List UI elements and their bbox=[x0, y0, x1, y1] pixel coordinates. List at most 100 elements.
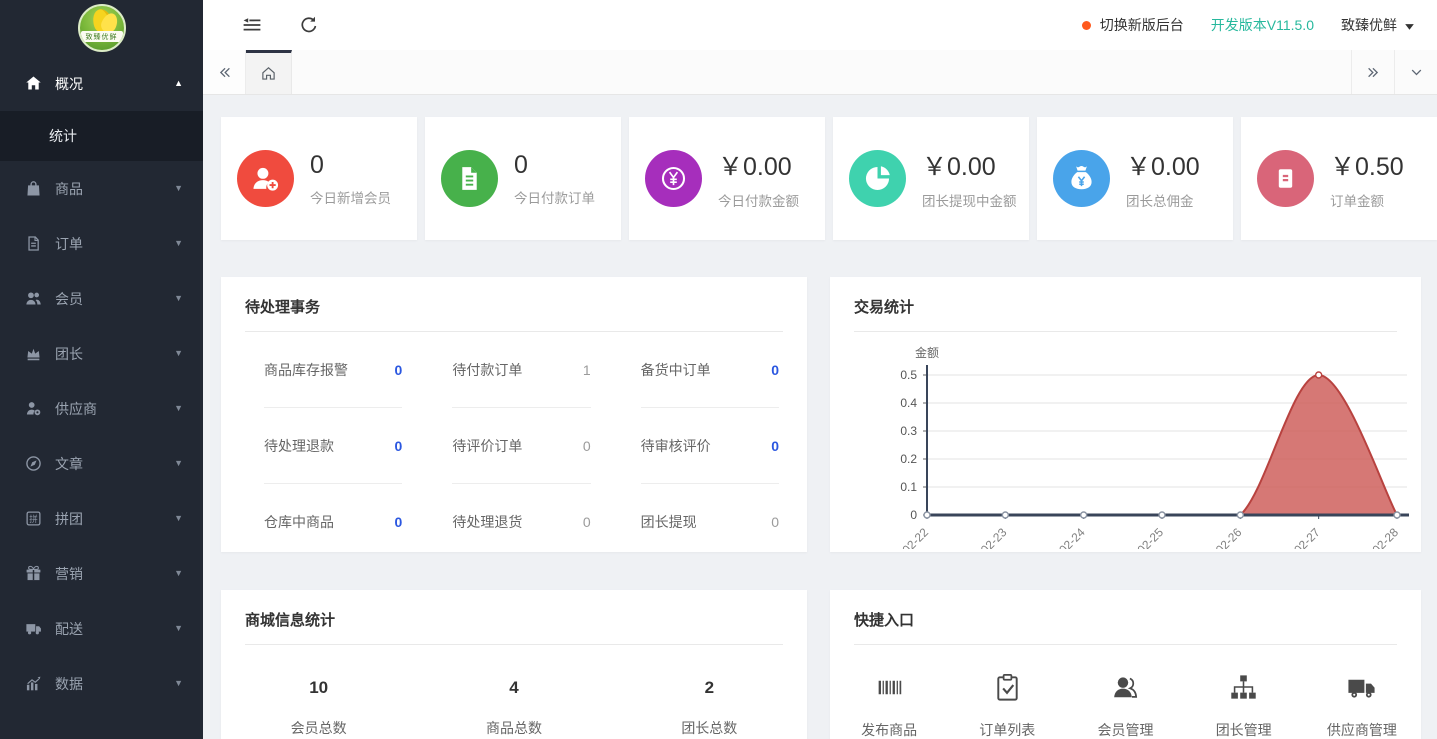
tabs-scroll-left-button[interactable] bbox=[203, 50, 246, 94]
users-icon bbox=[25, 290, 42, 307]
sidebar-item-数据[interactable]: 数据 ▼ bbox=[0, 656, 203, 711]
pending-item-value: 0 bbox=[771, 514, 779, 530]
pending-item: 待付款订单 1 bbox=[452, 332, 590, 408]
sidebar-item-label: 概况 bbox=[55, 74, 83, 94]
sidebar-item-团长[interactable]: 团长 ▼ bbox=[0, 326, 203, 381]
stat-card-value: 0 bbox=[310, 151, 391, 180]
trade-stats-panel: 交易统计 金额00.10.20.30.40.502-2202-2302-2402… bbox=[830, 277, 1421, 552]
tab-home[interactable] bbox=[246, 50, 292, 94]
pending-item-label: 待评价订单 bbox=[452, 436, 522, 456]
topbar: 切换新版后台 开发版本V11.5.0 致臻优鲜 bbox=[203, 0, 1437, 50]
sidebar-item-供应商[interactable]: 供应商 ▼ bbox=[0, 381, 203, 436]
sidebar-item-配送[interactable]: 配送 ▼ bbox=[0, 601, 203, 656]
stat-card: 0 今日新增会员 bbox=[221, 117, 417, 240]
quick-entry-item[interactable]: 发布商品 bbox=[830, 672, 948, 739]
pending-item: 待处理退货 0 bbox=[452, 484, 590, 560]
quick-entry-item[interactable]: 会员管理 bbox=[1066, 672, 1184, 739]
document-icon bbox=[25, 235, 42, 252]
switch-new-admin-label: 切换新版后台 bbox=[1100, 15, 1184, 35]
topbar-right: 切换新版后台 开发版本V11.5.0 致臻优鲜 bbox=[1082, 15, 1437, 35]
pending-item-value[interactable]: 0 bbox=[395, 362, 403, 378]
tab-strip bbox=[292, 50, 1351, 94]
sidebar-item-拼团[interactable]: 拼 拼团 ▼ bbox=[0, 491, 203, 546]
yen-circle-icon bbox=[645, 150, 702, 207]
home-icon bbox=[25, 75, 42, 92]
caret-icon: ▼ bbox=[174, 624, 183, 633]
barcode-icon bbox=[874, 672, 905, 703]
svg-text:02-22: 02-22 bbox=[900, 525, 932, 549]
sidebar-item-订单[interactable]: 订单 ▼ bbox=[0, 216, 203, 271]
sidebar-item-商品[interactable]: 商品 ▼ bbox=[0, 161, 203, 216]
user-menu[interactable]: 致臻优鲜 bbox=[1341, 15, 1415, 35]
mall-stat: 4 商品总数 bbox=[416, 678, 611, 738]
quick-entry-item[interactable]: 团长管理 bbox=[1185, 672, 1303, 739]
sidebar-item-label: 营销 bbox=[55, 564, 83, 584]
sidebar-item-label: 会员 bbox=[55, 289, 83, 309]
groupon-icon: 拼 bbox=[25, 510, 42, 527]
switch-new-admin-link[interactable]: 切换新版后台 bbox=[1082, 15, 1184, 35]
sidebar-item-label: 订单 bbox=[55, 234, 83, 254]
quick-entry-item[interactable]: 供应商管理 bbox=[1303, 672, 1421, 739]
stat-card-value: 0 bbox=[514, 151, 595, 180]
pending-item-label: 待审核评价 bbox=[641, 436, 711, 456]
user-plus-icon bbox=[237, 150, 294, 207]
panels-row-2: 商城信息统计 10 会员总数 4 商品总数 2 团长总数 快捷入口 发布商品 订… bbox=[221, 590, 1421, 739]
pending-item: 仓库中商品 0 bbox=[264, 484, 402, 560]
caret-icon: ▼ bbox=[174, 679, 183, 688]
panels-row-1: 待处理事务 商品库存报警 0 待付款订单 1 备货中订单 0 待处理退款 0 待… bbox=[221, 277, 1421, 552]
clipboard-check-icon bbox=[992, 672, 1023, 703]
truck-icon bbox=[25, 620, 42, 637]
pie-chart-icon bbox=[849, 150, 906, 207]
pending-item-label: 商品库存报警 bbox=[264, 360, 348, 380]
tabs-scroll-right-button[interactable] bbox=[1351, 50, 1394, 94]
svg-text:0.4: 0.4 bbox=[900, 396, 917, 410]
caret-down-icon bbox=[1404, 21, 1415, 32]
double-chevron-right-icon bbox=[1366, 65, 1381, 80]
svg-text:02-26: 02-26 bbox=[1213, 525, 1245, 549]
pending-item-label: 团长提现 bbox=[641, 512, 697, 532]
sidebar-item-label: 数据 bbox=[55, 674, 83, 694]
quick-entry-label: 会员管理 bbox=[1066, 720, 1184, 739]
bar-chart-icon bbox=[25, 675, 42, 692]
pending-item-value[interactable]: 0 bbox=[395, 514, 403, 530]
tabs-collapse-button[interactable] bbox=[1394, 50, 1437, 94]
home-outline-icon bbox=[260, 65, 277, 82]
trade-area-chart: 金额00.10.20.30.40.502-2202-2302-2402-2502… bbox=[830, 332, 1421, 549]
sidebar-item-概况[interactable]: 概况 ▲ bbox=[0, 56, 203, 111]
svg-text:02-24: 02-24 bbox=[1056, 525, 1088, 549]
pending-item: 团长提现 0 bbox=[641, 484, 779, 560]
mall-stat-label: 商品总数 bbox=[416, 718, 611, 738]
version-link[interactable]: 开发版本V11.5.0 bbox=[1211, 15, 1314, 35]
mall-stat-value: 10 bbox=[221, 678, 416, 698]
sidebar-item-营销[interactable]: 营销 ▼ bbox=[0, 546, 203, 601]
caret-icon: ▼ bbox=[174, 349, 183, 358]
quick-entry-item[interactable]: 订单列表 bbox=[948, 672, 1066, 739]
stat-card: ￥0.00 今日付款金额 bbox=[629, 117, 825, 240]
sidebar-subitem[interactable]: 统计 bbox=[0, 111, 203, 161]
stat-card-label: 订单金额 bbox=[1330, 190, 1404, 210]
pending-item-value[interactable]: 0 bbox=[771, 438, 779, 454]
pending-item-value[interactable]: 0 bbox=[771, 362, 779, 378]
sidebar-item-label: 商品 bbox=[55, 179, 83, 199]
caret-icon: ▼ bbox=[174, 239, 183, 248]
stat-cards-row: 0 今日新增会员 0 今日付款订单 ￥0.00 今日付款金额 ￥0.00 团长提… bbox=[221, 117, 1437, 240]
double-chevron-left-icon bbox=[217, 65, 232, 80]
card-equal-icon bbox=[1257, 150, 1314, 207]
mall-stat-value: 4 bbox=[416, 678, 611, 698]
sidebar: 致臻优鲜 概况 ▲ 统计 商品 ▼ 订单 ▼ 会员 ▼ 团长 ▼ 供应商 ▼ 文… bbox=[0, 0, 203, 739]
chevron-down-icon bbox=[1409, 65, 1424, 80]
dot-icon bbox=[1082, 21, 1091, 30]
stat-card-label: 团长总佣金 bbox=[1126, 190, 1200, 210]
menu-fold-button[interactable] bbox=[242, 15, 262, 35]
quick-entry-label: 发布商品 bbox=[830, 720, 948, 739]
mall-stat-label: 会员总数 bbox=[221, 718, 416, 738]
pending-item-value[interactable]: 0 bbox=[395, 438, 403, 454]
refresh-button[interactable] bbox=[299, 15, 319, 35]
tab-bar bbox=[203, 50, 1437, 95]
delivery-truck-icon bbox=[1346, 672, 1377, 703]
sidebar-item-文章[interactable]: 文章 ▼ bbox=[0, 436, 203, 491]
svg-text:0.2: 0.2 bbox=[900, 452, 917, 466]
caret-icon: ▼ bbox=[174, 404, 183, 413]
sidebar-item-会员[interactable]: 会员 ▼ bbox=[0, 271, 203, 326]
pending-item: 待评价订单 0 bbox=[452, 408, 590, 484]
